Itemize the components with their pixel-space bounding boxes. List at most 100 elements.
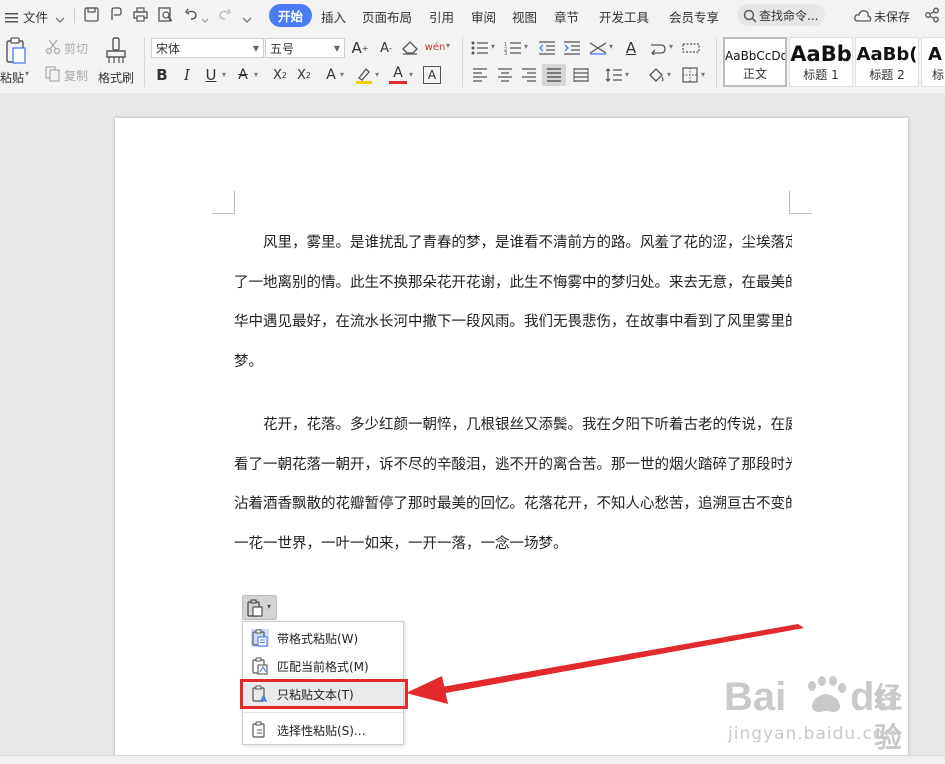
text-effects-icon[interactable]: A xyxy=(322,66,340,84)
bullet-list-icon[interactable] xyxy=(470,39,490,57)
tab-review[interactable]: 审阅 xyxy=(471,7,496,26)
paste-with-format-icon xyxy=(251,629,269,647)
font-size-value: 五号 xyxy=(270,42,295,56)
save-icon[interactable] xyxy=(84,7,99,22)
distribute-icon[interactable] xyxy=(571,66,591,84)
align-left-icon[interactable] xyxy=(470,66,490,84)
style-normal[interactable]: AaBbCcDd 正文 xyxy=(723,37,787,87)
chevron-down-icon[interactable]: ▾ xyxy=(667,70,671,79)
text-direction-icon[interactable]: A xyxy=(621,38,641,58)
print-icon[interactable] xyxy=(133,7,148,22)
chevron-down-icon[interactable]: ▾ xyxy=(669,42,673,51)
chevron-down-icon[interactable]: ▾ xyxy=(340,70,344,79)
numbered-list-icon[interactable]: 123 xyxy=(503,39,523,57)
paste-icon[interactable] xyxy=(5,37,27,65)
file-menu[interactable]: 文件 xyxy=(23,7,48,26)
divider xyxy=(716,37,717,87)
search-icon xyxy=(743,8,757,23)
paste-dropdown-icon[interactable]: ▾ xyxy=(25,69,29,78)
italic-icon[interactable]: I xyxy=(178,66,196,84)
style-heading-2[interactable]: AaBb( 标题 2 xyxy=(855,37,919,87)
shrink-font-icon[interactable]: A- xyxy=(377,39,395,57)
chevron-down-icon[interactable]: ▾ xyxy=(625,70,629,79)
unsaved-status[interactable]: 未保存 xyxy=(874,8,910,25)
paste-special-item[interactable]: 选择性粘贴(S)... xyxy=(243,717,403,743)
chevron-down-icon[interactable]: ▾ xyxy=(446,41,450,50)
cut-button[interactable]: 剪切 xyxy=(64,40,88,57)
style-sample: A xyxy=(928,44,942,65)
cloud-icon[interactable] xyxy=(854,8,872,22)
chevron-down-icon: ▾ xyxy=(267,602,272,611)
text-line: 华中遇见最好，在流水长河中撒下一段风雨。我们无畏悲伤，在故事中看到了风里雾里的旧 xyxy=(234,314,792,330)
style-heading-1[interactable]: AaBb 标题 1 xyxy=(789,37,853,87)
bold-icon[interactable]: B xyxy=(153,66,171,84)
superscript-icon[interactable]: X2 xyxy=(270,66,290,84)
font-size-select[interactable]: 五号 ▼ xyxy=(265,38,345,58)
copy-button[interactable]: 复制 xyxy=(64,67,88,84)
paste-keep-format-item[interactable]: 带格式粘贴(W) xyxy=(243,625,403,651)
margin-corner-top-right xyxy=(789,191,812,214)
justify-icon[interactable] xyxy=(542,64,566,86)
undo-dropdown-icon[interactable] xyxy=(201,10,209,23)
paragraph-2[interactable]: 花开，花落。多少红颜一朝悴，几根银丝又添鬓。我在夕阳下听着古老的传说，在庭间 看… xyxy=(234,415,792,573)
increase-indent-icon[interactable] xyxy=(562,39,582,57)
grow-font-icon[interactable]: A + xyxy=(351,39,369,57)
undo-icon[interactable] xyxy=(184,7,199,22)
quick-access-dropdown-icon[interactable] xyxy=(242,10,252,23)
watermark-url: jingyan.baidu.com xyxy=(728,724,902,744)
hamburger-icon[interactable] xyxy=(5,9,19,23)
print-preview-icon[interactable] xyxy=(158,7,173,22)
format-painter-button[interactable]: 格式刷 xyxy=(98,69,134,86)
paste-options-button[interactable]: ▾ xyxy=(242,595,277,620)
chinese-layout-icon[interactable] xyxy=(588,39,608,57)
style-heading-3[interactable]: A 标 xyxy=(921,37,945,87)
share-icon[interactable] xyxy=(924,7,940,23)
redo-icon[interactable] xyxy=(217,7,232,22)
decrease-indent-icon[interactable] xyxy=(537,39,557,57)
tab-view[interactable]: 视图 xyxy=(512,7,537,26)
scissors-icon[interactable] xyxy=(44,39,62,55)
chevron-down-icon[interactable]: ▾ xyxy=(609,42,613,51)
show-marks-icon[interactable] xyxy=(681,39,701,57)
export-icon[interactable] xyxy=(109,7,124,22)
line-spacing-icon[interactable] xyxy=(604,66,624,84)
tab-home[interactable]: 开始 xyxy=(269,4,313,27)
menu-divider xyxy=(243,712,403,713)
command-search[interactable]: 查找命令... xyxy=(737,4,825,26)
pinyin-guide-icon[interactable]: wén xyxy=(425,37,446,57)
chevron-down-icon[interactable]: ▾ xyxy=(222,70,226,79)
tab-developer[interactable]: 开发工具 xyxy=(599,7,649,26)
chevron-down-icon[interactable]: ▾ xyxy=(524,42,528,51)
strikethrough-icon[interactable]: A xyxy=(234,66,252,84)
font-color-icon[interactable]: A xyxy=(389,64,407,84)
highlight-box xyxy=(240,679,408,709)
highlight-icon[interactable] xyxy=(354,66,374,84)
paragraph-1[interactable]: 风里，雾里。是谁扰乱了青春的梦，是谁看不清前方的路。风羞了花的涩，尘埃落定诉 了… xyxy=(234,233,792,391)
clear-format-icon[interactable] xyxy=(401,39,419,57)
char-border-icon[interactable]: A xyxy=(423,66,441,84)
tab-page-layout[interactable]: 页面布局 xyxy=(362,7,412,26)
align-right-icon[interactable] xyxy=(519,66,539,84)
copy-icon[interactable] xyxy=(44,66,62,82)
format-painter-icon[interactable] xyxy=(104,37,128,65)
align-center-icon[interactable] xyxy=(495,66,515,84)
chevron-down-icon[interactable]: ▾ xyxy=(701,70,705,79)
ribbon-toolbar: 粘贴 ▾ 剪切 复制 格式刷 宋体 ▼ 五号 ▼ A + A- wén ▾ B I… xyxy=(0,31,945,94)
tab-references[interactable]: 引用 xyxy=(429,7,454,26)
chevron-down-icon[interactable]: ▾ xyxy=(254,70,258,79)
chevron-down-icon[interactable]: ▾ xyxy=(375,70,379,79)
borders-icon[interactable] xyxy=(680,66,700,84)
shading-icon[interactable] xyxy=(646,66,666,84)
paste-button[interactable]: 粘贴 xyxy=(0,69,24,86)
tab-member[interactable]: 会员专享 xyxy=(669,7,719,26)
chevron-down-icon[interactable]: ▾ xyxy=(409,70,413,79)
tab-insert[interactable]: 插入 xyxy=(321,7,346,26)
tab-chapter[interactable]: 章节 xyxy=(554,7,579,26)
subscript-icon[interactable]: X2 xyxy=(294,66,314,84)
chevron-down-icon[interactable]: ▾ xyxy=(491,42,495,51)
chevron-down-icon[interactable] xyxy=(55,10,65,23)
underline-icon[interactable]: U xyxy=(202,66,220,84)
font-name-select[interactable]: 宋体 ▼ xyxy=(151,38,264,58)
sort-icon[interactable] xyxy=(648,39,668,57)
paste-match-format-item[interactable]: 匹配当前格式(M) xyxy=(243,653,403,679)
